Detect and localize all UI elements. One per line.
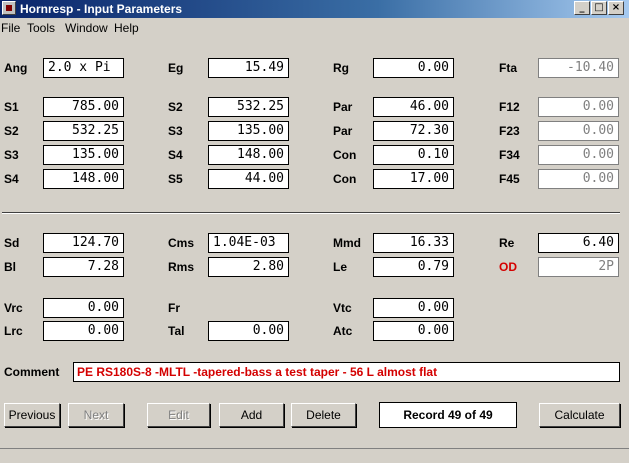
comment-field[interactable]: PE RS180S-8 -MLTL -tapered-bass a test t… bbox=[73, 362, 620, 382]
fr-label: Fr bbox=[168, 301, 180, 315]
con2-label: Con bbox=[333, 172, 357, 186]
previous-button[interactable]: Previous bbox=[4, 403, 60, 427]
tal-label: Tal bbox=[168, 324, 185, 338]
minimize-button[interactable]: _ bbox=[574, 1, 590, 15]
s4-row-field[interactable]: 148.00 bbox=[43, 169, 124, 189]
s5-label: S5 bbox=[168, 172, 183, 186]
s2-row-field[interactable]: 532.25 bbox=[43, 121, 124, 141]
re-field[interactable]: 6.40 bbox=[538, 233, 619, 253]
rms-label: Rms bbox=[168, 260, 195, 274]
app-icon[interactable] bbox=[2, 1, 16, 15]
le-field[interactable]: 0.79 bbox=[373, 257, 454, 277]
vrc-label: Vrc bbox=[4, 301, 23, 315]
menu-window[interactable]: Window bbox=[65, 21, 108, 35]
s3-field[interactable]: 135.00 bbox=[208, 121, 289, 141]
section-divider bbox=[2, 212, 620, 214]
menu-help[interactable]: Help bbox=[114, 21, 139, 35]
vrc-field[interactable]: 0.00 bbox=[43, 298, 124, 318]
s5-field[interactable]: 44.00 bbox=[208, 169, 289, 189]
f23-field: 0.00 bbox=[538, 121, 619, 141]
comment-label: Comment bbox=[4, 365, 60, 379]
od-label: OD bbox=[499, 260, 517, 274]
lrc-label: Lrc bbox=[4, 324, 23, 338]
s1-label: S1 bbox=[4, 100, 19, 114]
add-button[interactable]: Add bbox=[219, 403, 284, 427]
vtc-field[interactable]: 0.00 bbox=[373, 298, 454, 318]
con1-label: Con bbox=[333, 148, 357, 162]
status-bar bbox=[0, 448, 629, 463]
par1-field[interactable]: 46.00 bbox=[373, 97, 454, 117]
le-label: Le bbox=[333, 260, 348, 274]
s2-row-label: S2 bbox=[4, 124, 19, 138]
delete-button[interactable]: Delete bbox=[291, 403, 356, 427]
con1-field[interactable]: 0.10 bbox=[373, 145, 454, 165]
eg-label: Eg bbox=[168, 61, 184, 75]
menu-bar: File Tools Window Help bbox=[0, 18, 629, 38]
bl-field[interactable]: 7.28 bbox=[43, 257, 124, 277]
s2-field[interactable]: 532.25 bbox=[208, 97, 289, 117]
f12-label: F12 bbox=[499, 100, 520, 114]
f34-field: 0.00 bbox=[538, 145, 619, 165]
sd-label: Sd bbox=[4, 236, 20, 250]
s3-label: S3 bbox=[168, 124, 183, 138]
s4-field[interactable]: 148.00 bbox=[208, 145, 289, 165]
par2-label: Par bbox=[333, 124, 353, 138]
cms-field[interactable]: 1.04E-03 bbox=[208, 233, 289, 253]
f34-label: F34 bbox=[499, 148, 520, 162]
con2-field[interactable]: 17.00 bbox=[373, 169, 454, 189]
par1-label: Par bbox=[333, 100, 353, 114]
mmd-label: Mmd bbox=[333, 236, 361, 250]
atc-label: Atc bbox=[333, 324, 353, 338]
record-indicator: Record 49 of 49 bbox=[379, 402, 517, 428]
fta-field: -10.40 bbox=[538, 58, 619, 78]
eg-field[interactable]: 15.49 bbox=[208, 58, 289, 78]
cms-label: Cms bbox=[168, 236, 195, 250]
s2-label: S2 bbox=[168, 100, 183, 114]
od-field: 2P bbox=[538, 257, 619, 277]
fta-label: Fta bbox=[499, 61, 517, 75]
vtc-label: Vtc bbox=[333, 301, 352, 315]
title-bar: Hornresp - Input Parameters _ □ × bbox=[0, 0, 629, 18]
tal-field[interactable]: 0.00 bbox=[208, 321, 289, 341]
next-button[interactable]: Next bbox=[68, 403, 124, 427]
calculate-button[interactable]: Calculate bbox=[539, 403, 620, 427]
mmd-field[interactable]: 16.33 bbox=[373, 233, 454, 253]
s4-label: S4 bbox=[168, 148, 183, 162]
f12-field: 0.00 bbox=[538, 97, 619, 117]
f23-label: F23 bbox=[499, 124, 520, 138]
f45-field: 0.00 bbox=[538, 169, 619, 189]
maximize-button[interactable]: □ bbox=[591, 1, 607, 15]
rms-field[interactable]: 2.80 bbox=[208, 257, 289, 277]
f45-label: F45 bbox=[499, 172, 520, 186]
s1-field[interactable]: 785.00 bbox=[43, 97, 124, 117]
atc-field[interactable]: 0.00 bbox=[373, 321, 454, 341]
s3-row-label: S3 bbox=[4, 148, 19, 162]
ang-label: Ang bbox=[4, 61, 28, 75]
edit-button[interactable]: Edit bbox=[147, 403, 210, 427]
ang-field[interactable]: 2.0 x Pi bbox=[43, 58, 124, 78]
s3-row-field[interactable]: 135.00 bbox=[43, 145, 124, 165]
sd-field[interactable]: 124.70 bbox=[43, 233, 124, 253]
re-label: Re bbox=[499, 236, 515, 250]
bl-label: Bl bbox=[4, 260, 16, 274]
menu-file[interactable]: File bbox=[1, 21, 20, 35]
menu-tools[interactable]: Tools bbox=[27, 21, 55, 35]
close-button[interactable]: × bbox=[608, 1, 624, 15]
par2-field[interactable]: 72.30 bbox=[373, 121, 454, 141]
window-title: Hornresp - Input Parameters bbox=[20, 2, 183, 16]
lrc-field[interactable]: 0.00 bbox=[43, 321, 124, 341]
rg-field[interactable]: 0.00 bbox=[373, 58, 454, 78]
s4-row-label: S4 bbox=[4, 172, 19, 186]
rg-label: Rg bbox=[333, 61, 349, 75]
